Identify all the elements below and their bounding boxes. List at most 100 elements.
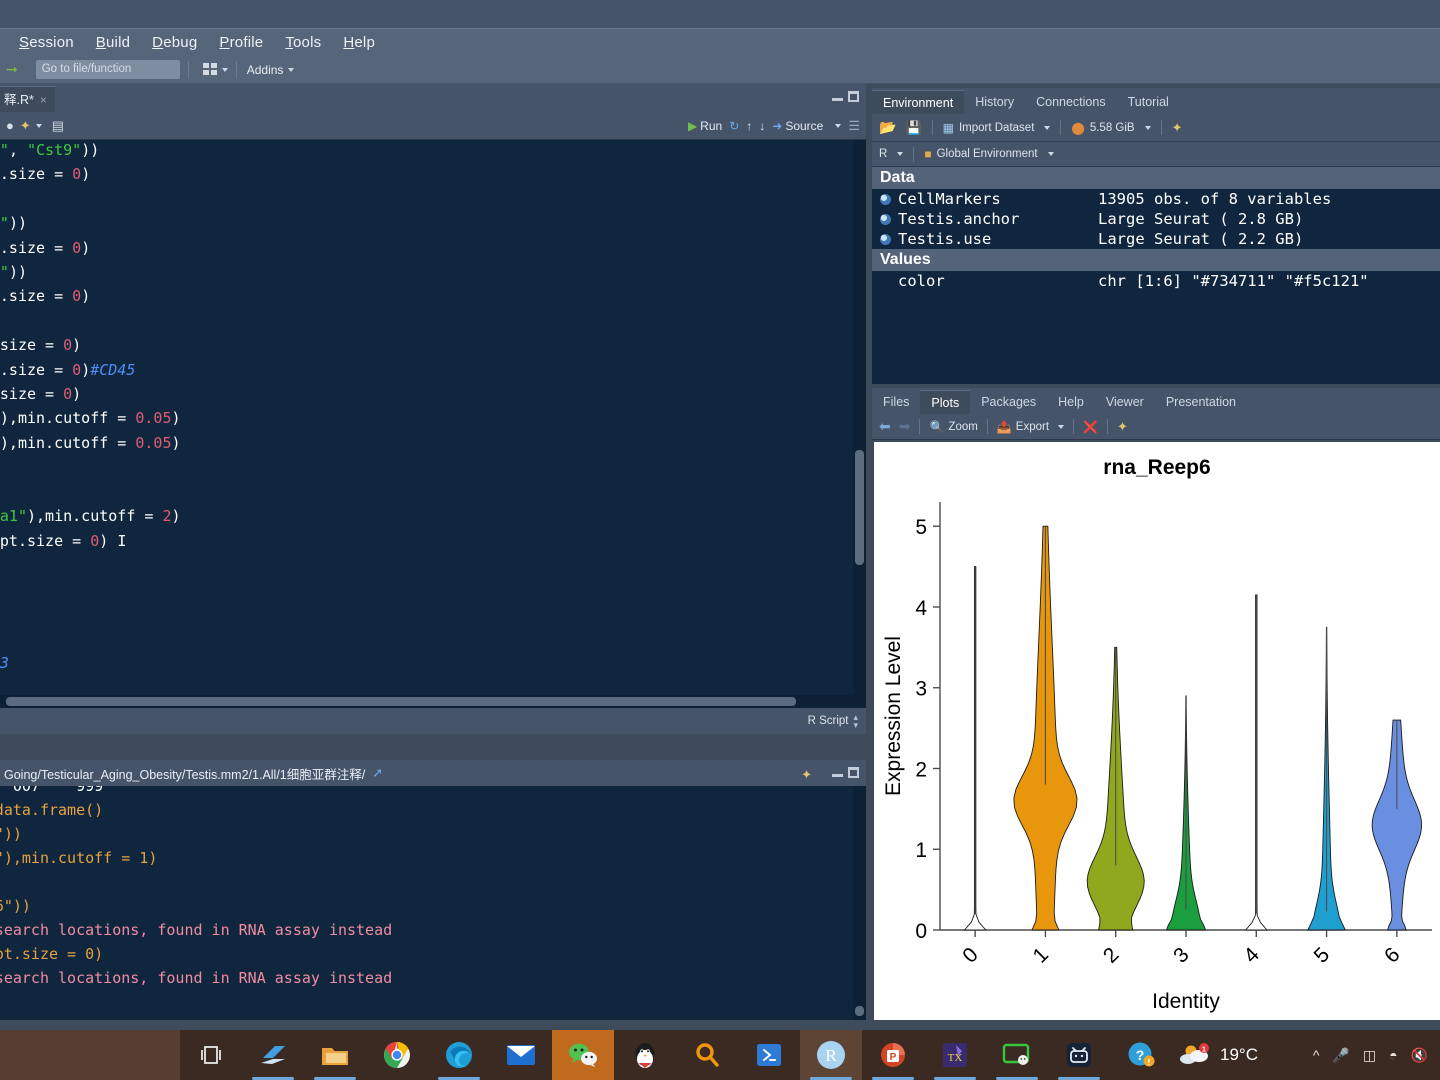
latex-icon[interactable]: T​X — [924, 1030, 986, 1080]
edge-icon[interactable] — [428, 1030, 490, 1080]
forward-arrow-icon[interactable]: ➞ — [6, 61, 18, 78]
rstudio-icon[interactable]: R — [800, 1030, 862, 1080]
source-tab-active[interactable]: 释.R* × — [0, 86, 55, 112]
import-dataset-button[interactable]: Import Dataset — [959, 122, 1034, 134]
microphone-icon[interactable]: 🎤 — [1332, 1047, 1349, 1064]
save-workspace-icon[interactable]: 💾 — [905, 120, 921, 136]
chrome-icon[interactable] — [366, 1030, 428, 1080]
tab-tutorial[interactable]: Tutorial — [1116, 90, 1180, 114]
environment-row[interactable]: Testis.anchor Large Seurat ( 2.8 GB) — [872, 209, 1440, 229]
console-output[interactable]: 902 9929 2129 1229 007 999 ad("CellMarker… — [0, 786, 866, 1020]
outline-icon[interactable]: ☰ — [848, 118, 860, 134]
source-chevron-icon[interactable] — [835, 123, 842, 128]
zoom-button[interactable]: Zoom — [948, 421, 977, 433]
global-environment-selector[interactable]: Global Environment — [937, 148, 1038, 160]
weather-icon[interactable]: 1 — [1172, 1030, 1220, 1080]
menu-item-tools[interactable]: Tools — [274, 32, 332, 53]
open-directory-icon[interactable]: ➚ — [372, 765, 383, 781]
import-chevron-icon[interactable] — [1044, 125, 1051, 130]
screen-share-icon[interactable] — [986, 1030, 1048, 1080]
minimize-icon[interactable] — [832, 91, 843, 102]
environment-row[interactable]: color chr [1:6] "#734711" "#f5c121" — [872, 271, 1440, 291]
chevron-down-icon[interactable] — [221, 67, 228, 72]
memory-chevron-icon[interactable] — [1144, 125, 1151, 130]
file-explorer-icon[interactable] — [304, 1030, 366, 1080]
language-chevron-icon[interactable] — [897, 152, 904, 156]
menu-item-debug[interactable]: Debug — [141, 32, 208, 53]
console-vertical-scrollbar[interactable] — [853, 786, 866, 1020]
help-icon[interactable]: ? ! — [1110, 1030, 1172, 1080]
search-icon[interactable] — [676, 1030, 738, 1080]
battery-icon[interactable]: ◫ — [1363, 1047, 1376, 1064]
plot-canvas[interactable]: rna_Reep6 0 1 2 3 4 5 Expression Level 0 1 2 3 4 5 6 Id… — [874, 442, 1440, 1020]
remove-plot-icon[interactable]: ❌ — [1083, 420, 1098, 434]
taskbar-start-region[interactable] — [0, 1030, 180, 1080]
tab-help[interactable]: Help — [1047, 390, 1095, 414]
source-button[interactable]: ➜ Source — [772, 119, 823, 133]
tab-viewer[interactable]: Viewer — [1094, 390, 1155, 414]
next-plot-icon[interactable]: ➡ — [899, 418, 911, 435]
source-vertical-scrollbar[interactable] — [853, 140, 866, 712]
tray-expand-chevron-icon[interactable]: ^ — [1313, 1047, 1320, 1063]
expand-object-icon[interactable] — [880, 193, 891, 205]
source-vscroll-thumb[interactable] — [855, 450, 864, 565]
previous-plot-icon[interactable]: ⬅ — [879, 418, 891, 435]
addins-button[interactable]: Addins — [247, 63, 284, 77]
menu-item-build[interactable]: Build — [85, 32, 141, 53]
script-type-label[interactable]: R Script — [808, 715, 849, 727]
source-hscroll-thumb[interactable] — [6, 697, 796, 706]
tab-files[interactable]: Files — [872, 390, 921, 414]
file-transfer-icon[interactable] — [242, 1030, 304, 1080]
addins-chevron-icon[interactable] — [288, 67, 295, 72]
environment-row[interactable]: CellMarkers 13905 obs. of 8 variables — [872, 189, 1440, 209]
powerpoint-icon[interactable]: P — [862, 1030, 924, 1080]
workspace-panes-icon[interactable] — [202, 63, 217, 76]
env-chevron-icon[interactable] — [1047, 152, 1054, 156]
save-icon[interactable]: ▤ — [52, 118, 64, 134]
clear-all-plots-icon[interactable]: ✦ — [1117, 419, 1128, 435]
task-view-icon[interactable] — [180, 1030, 242, 1080]
expand-object-icon[interactable] — [880, 233, 891, 245]
magic-chevron-icon[interactable] — [35, 123, 42, 128]
tab-environment[interactable]: Environment — [872, 90, 965, 114]
code-editor[interactable]: estis.use,features = c("Cst12", "Cst9"))… — [0, 140, 866, 712]
environment-variable-grid[interactable]: Data CellMarkers 13905 obs. of 8 variables… — [872, 167, 1440, 384]
tab-plots[interactable]: Plots — [920, 390, 971, 414]
expand-object-icon[interactable] — [880, 213, 891, 225]
language-selector[interactable]: R — [879, 148, 887, 160]
clear-environment-icon[interactable]: ✦ — [1172, 120, 1183, 136]
volume-muted-icon[interactable]: 🔇 — [1411, 1047, 1428, 1064]
magic-wand-icon[interactable]: ✦ — [20, 118, 31, 134]
wifi-icon[interactable]: ◓ — [1389, 1047, 1397, 1063]
console-working-directory[interactable]: Going/Testicular_Aging_Obesity/Testis.mm… — [4, 764, 365, 783]
powershell-icon[interactable] — [738, 1030, 800, 1080]
tab-packages[interactable]: Packages — [970, 390, 1048, 414]
run-button[interactable]: ▶ Run — [688, 119, 722, 133]
console-minimize-icon[interactable] — [832, 767, 843, 778]
menu-item-help[interactable]: Help — [332, 32, 386, 53]
menu-item-profile[interactable]: Profile — [208, 32, 274, 53]
tab-presentation[interactable]: Presentation — [1154, 390, 1247, 414]
clear-console-icon[interactable]: ✦ — [801, 767, 812, 783]
tab-connections[interactable]: Connections — [1025, 90, 1117, 114]
mail-icon[interactable] — [490, 1030, 552, 1080]
memory-usage-label[interactable]: 5.58 GiB — [1090, 122, 1135, 134]
goto-file-function-input[interactable]: Go to file/function — [35, 60, 180, 79]
close-icon[interactable]: × — [40, 87, 47, 113]
export-chevron-icon[interactable] — [1058, 424, 1065, 429]
console-maximize-icon[interactable] — [848, 767, 859, 778]
script-type-stepper-icon[interactable]: ▴ ▾ — [853, 713, 858, 730]
rerun-button[interactable]: ↻ — [729, 119, 739, 133]
wechat-icon[interactable] — [552, 1030, 614, 1080]
menu-item-session[interactable]: SSessionession — [8, 32, 85, 53]
prev-chunk-button[interactable]: ↑ — [746, 119, 752, 133]
next-chunk-button[interactable]: ↓ — [759, 119, 765, 133]
environment-row[interactable]: Testis.use Large Seurat ( 2.2 GB) — [872, 229, 1440, 249]
open-workspace-icon[interactable]: 📂 — [879, 119, 896, 136]
qq-icon[interactable] — [614, 1030, 676, 1080]
export-button[interactable]: Export — [1016, 421, 1049, 433]
weather-temperature[interactable]: 19°C — [1220, 1045, 1258, 1065]
maximize-icon[interactable] — [848, 91, 859, 102]
back-history-icon[interactable]: ● — [6, 118, 14, 133]
console-vscroll-thumb[interactable] — [855, 1006, 864, 1016]
